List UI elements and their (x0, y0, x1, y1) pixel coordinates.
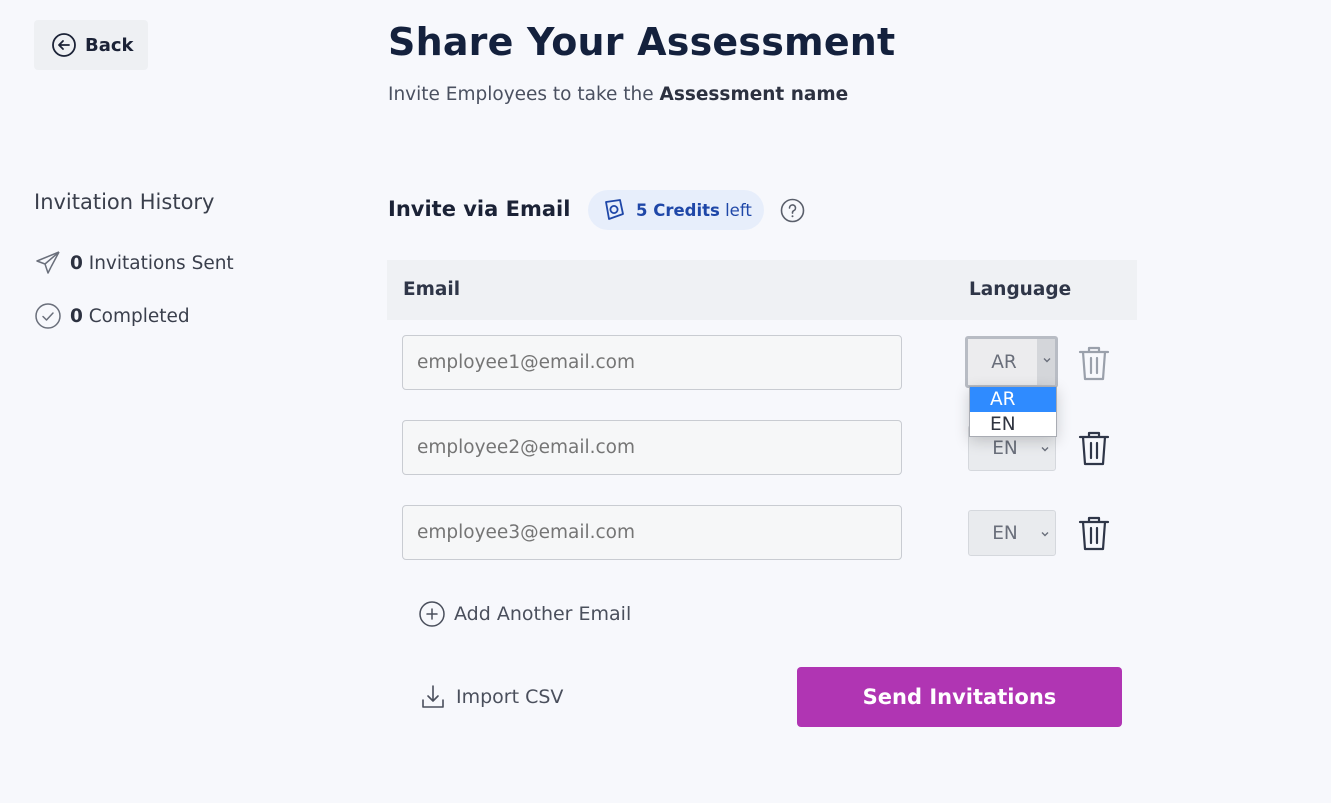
page-title: Share Your Assessment (388, 20, 896, 64)
dropdown-option-ar[interactable]: AR (970, 387, 1056, 412)
chevron-down-icon (1043, 358, 1051, 363)
language-dropdown-list: AR EN (969, 386, 1057, 437)
help-icon[interactable] (780, 198, 805, 223)
email-input-3[interactable] (402, 505, 902, 560)
invite-via-email-title: Invite via Email (388, 197, 571, 221)
invitations-sent-stat: 0 Invitations Sent (34, 249, 234, 277)
invitations-sent-text: 0 Invitations Sent (70, 253, 234, 274)
dropdown-option-en[interactable]: EN (970, 412, 1056, 437)
language-value-1: AR (991, 351, 1017, 373)
credits-badge: 5 Credits left (588, 190, 764, 230)
language-select-1[interactable]: AR (965, 336, 1058, 388)
import-csv-button[interactable]: Import CSV (420, 683, 563, 711)
add-another-email-button[interactable]: Add Another Email (418, 600, 631, 628)
completed-text: 0 Completed (70, 306, 190, 327)
assessment-name: Assessment name (659, 84, 849, 105)
trash-icon[interactable] (1076, 514, 1112, 552)
send-invitations-button[interactable]: Send Invitations (797, 667, 1122, 727)
email-column-header: Email (403, 279, 461, 300)
back-button[interactable]: Back (34, 20, 148, 70)
page-subtitle: Invite Employees to take the Assessment … (388, 84, 848, 105)
add-another-email-label: Add Another Email (454, 603, 632, 625)
email-input-1[interactable] (402, 335, 902, 390)
chevron-down-icon (1041, 447, 1049, 452)
trash-icon[interactable] (1076, 429, 1112, 467)
invitations-sent-count: 0 (70, 252, 83, 274)
credits-count: 5 Credits (636, 200, 720, 220)
trash-icon[interactable] (1076, 344, 1112, 382)
back-label: Back (85, 34, 134, 56)
credits-text: 5 Credits left (636, 201, 752, 220)
language-column-header: Language (969, 279, 1072, 300)
invite-table-header: Email Language (387, 260, 1137, 320)
plus-circle-icon (419, 601, 445, 627)
completed-stat: 0 Completed (34, 302, 190, 330)
invitations-sent-label: Invitations Sent (82, 252, 234, 274)
email-input-2[interactable] (402, 420, 902, 475)
completed-count: 0 (70, 305, 83, 327)
credits-suffix: left (719, 200, 752, 220)
invitation-history-title: Invitation History (34, 190, 215, 214)
download-icon (422, 685, 444, 708)
chevron-down-icon (1041, 532, 1049, 537)
subtitle-text: Invite Employees to take the (388, 84, 660, 105)
language-value-3: EN (992, 522, 1018, 544)
coin-icon (605, 199, 624, 220)
completed-label: Completed (82, 305, 190, 327)
paper-plane-icon (36, 251, 60, 274)
import-csv-label: Import CSV (456, 686, 564, 708)
language-value-2: EN (992, 437, 1018, 459)
check-circle-icon (35, 303, 61, 329)
arrow-left-circle-icon (52, 33, 76, 57)
language-select-3[interactable]: EN (968, 510, 1056, 556)
